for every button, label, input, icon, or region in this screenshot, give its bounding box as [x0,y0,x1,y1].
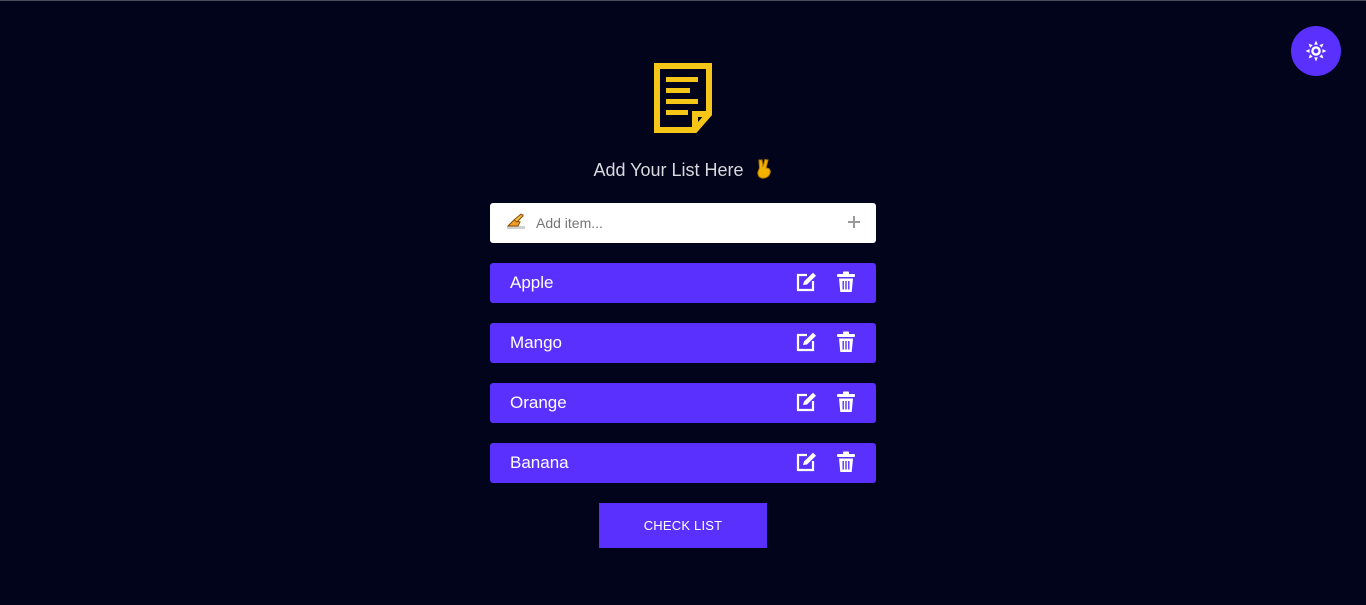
list-item: Orange [490,383,876,423]
list-item: Mango [490,323,876,363]
list-item-label: Banana [510,453,569,472]
list-item-label: Orange [510,393,567,412]
trash-icon[interactable] [837,331,855,353]
trash-icon[interactable] [837,391,855,413]
trash-icon[interactable] [837,271,855,293]
writing-hand-icon [506,213,525,229]
edit-icon[interactable] [795,452,817,472]
check-list-button[interactable]: CHECK LIST [599,503,767,548]
theme-toggle-button[interactable] [1291,26,1341,76]
add-item-input[interactable] [536,211,826,235]
edit-icon[interactable] [795,332,817,352]
list-item-label: Apple [510,273,554,292]
page-heading: Add Your List Here [490,159,876,181]
edit-icon[interactable] [795,392,817,412]
sun-icon [1305,40,1327,62]
trash-icon[interactable] [837,451,855,473]
page-title: Add Your List Here [593,160,744,180]
edit-icon[interactable] [795,272,817,292]
list-item: Banana [490,443,876,483]
victory-hand-icon [756,159,771,179]
add-item-bar [490,203,876,243]
list-item-label: Mango [510,333,562,352]
list-item: Apple [490,263,876,303]
plus-icon[interactable] [846,214,862,230]
notepad-icon [654,63,712,133]
window-top-border [0,0,1366,1]
